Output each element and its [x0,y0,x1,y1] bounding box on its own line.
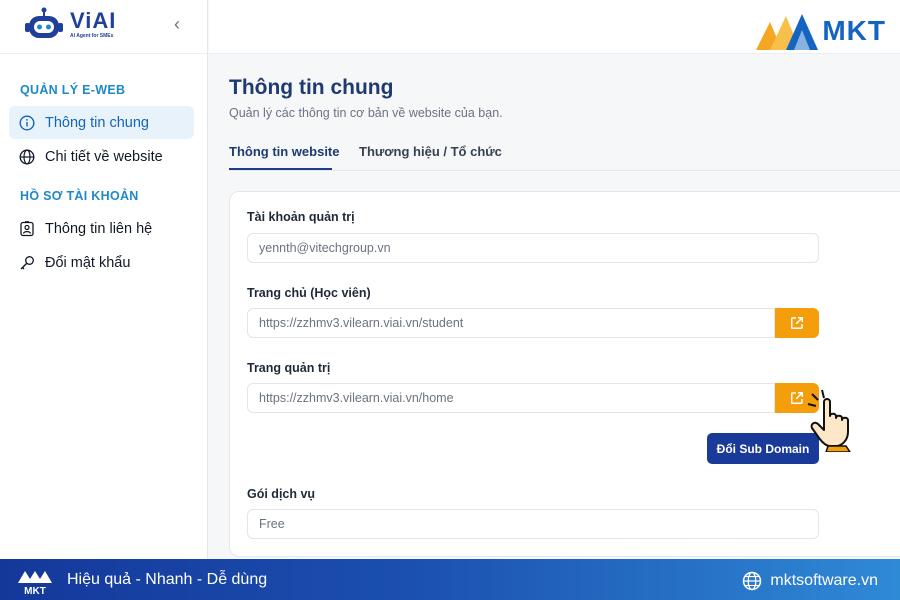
sidebar-item-website-details[interactable]: Chi tiết về website [9,140,194,173]
homepage-url-field[interactable]: https://zzhmv3.vilearn.viai.vn/student [247,308,775,338]
footer-website[interactable]: mktsoftware.vn [742,571,878,591]
active-tab-indicator [229,168,332,170]
footer-banner: MKT Hiệu quả - Nhanh - Dễ dùng mktsoftwa… [0,559,900,600]
footer-mkt-mark-icon: MKT [18,571,52,597]
logo-tagline: AI Agent for SMEs [70,32,114,39]
collapse-sidebar-icon[interactable]: ‹ [174,14,180,35]
open-homepage-button[interactable] [775,308,819,338]
homepage-label: Trang chủ (Học viên) [247,286,371,300]
change-subdomain-button[interactable]: Đổi Sub Domain [707,433,819,464]
service-plan-label: Gói dịch vụ [247,487,316,501]
robot-logo-icon [25,7,63,38]
mkt-logo: MKT [756,12,886,50]
sidebar-header: ViAI AI Agent for SMEs ‹ [0,0,207,54]
key-icon [19,255,35,271]
tab-bar: Thông tin website Thương hiệu / Tổ chức [229,135,900,171]
service-plan-field[interactable]: Free [247,509,819,539]
top-bar: MKT [209,0,900,54]
admin-page-url-field[interactable]: https://zzhmv3.vilearn.viai.vn/home [247,383,775,413]
viai-logo[interactable]: ViAI AI Agent for SMEs [24,6,116,42]
sidebar-item-label: Chi tiết về website [45,148,163,165]
admin-account-label: Tài khoản quản trị [247,210,355,224]
info-icon [19,114,35,131]
pointing-hand-cursor-icon [807,389,851,452]
page-title: Thông tin chung [229,76,394,99]
page-subtitle: Quản lý các thông tin cơ bản về website … [229,106,503,120]
footer-website-text: mktsoftware.vn [770,572,878,589]
sidebar-item-general-info[interactable]: Thông tin chung [9,106,194,139]
globe-icon [19,149,35,165]
footer-mkt-logo: MKT [16,565,54,600]
admin-page-label: Trang quản trị [247,361,331,375]
sidebar-item-change-password[interactable]: Đổi mật khẩu [9,246,194,279]
mkt-logo-mark-icon [756,14,819,50]
section-title-account: HỒ SƠ TÀI KHOẢN [20,189,139,203]
tab-brand-organization[interactable]: Thương hiệu / Tổ chức [359,144,502,159]
sidebar-item-label: Thông tin liên hệ [45,220,153,237]
sidebar-item-contact-info[interactable]: Thông tin liên hệ [9,212,194,245]
sidebar: ViAI AI Agent for SMEs ‹ QUẢN LÝ E-WEB T… [0,0,208,559]
external-link-icon [790,391,804,405]
logo-wordmark: ViAI [70,7,117,33]
admin-account-field[interactable]: yennth@vitechgroup.vn [247,233,819,263]
sidebar-item-label: Thông tin chung [45,114,149,131]
contact-icon [19,220,35,237]
sidebar-item-label: Đổi mật khẩu [45,254,131,271]
external-link-icon [790,316,804,330]
tab-website-info[interactable]: Thông tin website [229,144,340,159]
globe-icon [742,571,762,591]
section-title-eweb: QUẢN LÝ E-WEB [20,83,126,97]
svg-text:MKT: MKT [24,586,46,595]
mkt-wordmark: MKT [822,15,886,46]
footer-slogan: Hiệu quả - Nhanh - Dễ dùng [67,571,268,588]
